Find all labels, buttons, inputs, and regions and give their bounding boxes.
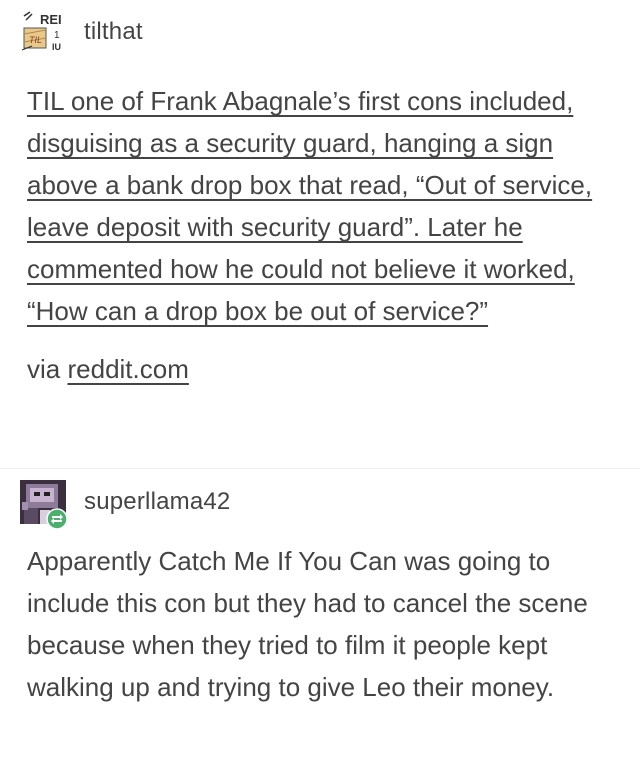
post-tilthat: TIL REI 1 IU tilthat TIL one of Frank Ab… — [20, 10, 620, 385]
via-line: via reddit.com — [20, 354, 620, 385]
via-prefix: via — [27, 354, 61, 384]
post-header: TIL REI 1 IU tilthat — [20, 10, 620, 54]
reddit-til-logo-icon[interactable]: TIL REI 1 IU — [20, 10, 66, 54]
svg-text:REI: REI — [40, 12, 62, 27]
avatar-image: TIL REI 1 IU — [20, 10, 66, 54]
svg-text:1: 1 — [54, 30, 60, 41]
via-link[interactable]: reddit.com — [67, 354, 188, 384]
reblog-icon — [46, 508, 68, 530]
llama-avatar-icon[interactable] — [20, 480, 68, 530]
post-superllama42: superllama42 Apparently Catch Me If You … — [20, 480, 620, 708]
svg-text:IU: IU — [52, 42, 61, 52]
username[interactable]: tilthat — [84, 18, 143, 46]
username[interactable]: superllama42 — [84, 488, 230, 516]
post-body: TIL one of Frank Abagnale’s first cons i… — [20, 80, 620, 332]
post-body-link[interactable]: TIL one of Frank Abagnale’s first cons i… — [27, 86, 592, 326]
svg-text:TIL: TIL — [29, 35, 42, 45]
divider — [0, 468, 640, 469]
post-body: Apparently Catch Me If You Can was going… — [27, 546, 588, 702]
post-header: superllama42 — [20, 480, 620, 530]
